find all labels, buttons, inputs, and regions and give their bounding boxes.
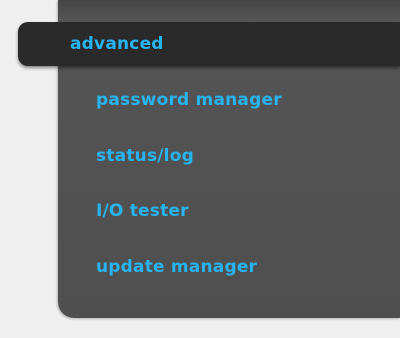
menu-item-advanced[interactable]: advanced [18, 22, 400, 66]
panel-shadow [58, 0, 400, 20]
page: advanced password manager status/log I/O… [0, 0, 400, 338]
menu-item-io-tester[interactable]: I/O tester [96, 200, 189, 222]
menu-item-password-manager[interactable]: password manager [96, 89, 282, 111]
menu-item-status-log[interactable]: status/log [96, 145, 194, 167]
menu-item-advanced-label: advanced [70, 34, 164, 54]
menu-item-update-manager[interactable]: update manager [96, 256, 257, 278]
